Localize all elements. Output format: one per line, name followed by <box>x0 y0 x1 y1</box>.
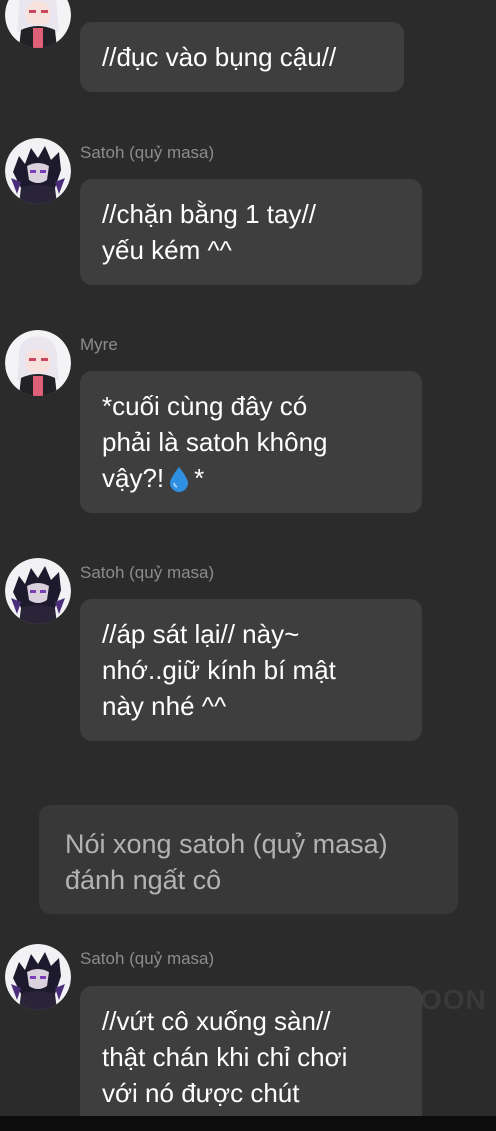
message-text: *cuối cùng đây có <box>102 391 308 421</box>
narration-text: đánh ngất cô <box>65 865 222 895</box>
message-text: //vứt cô xuống sàn// <box>102 1006 331 1036</box>
myre-avatar[interactable] <box>5 0 71 48</box>
satoh-avatar[interactable] <box>5 558 71 624</box>
myre-avatar[interactable] <box>5 330 71 396</box>
message-text: này nhé ^^ <box>102 691 227 721</box>
watermark: OON <box>420 984 487 1015</box>
message-text: nhớ..giữ kính bí mật <box>102 655 336 685</box>
message-text: * <box>194 463 205 493</box>
message-bubble: //áp sát lại// này~ nhớ..giữ kính bí mật… <box>80 599 422 741</box>
message-text: //áp sát lại// này~ <box>102 619 300 649</box>
droplet-icon <box>170 467 189 492</box>
message-text: //chặn bằng 1 tay// <box>102 199 316 229</box>
message-text: với nó được chút <box>102 1078 300 1108</box>
message-bubble: //đục vào bụng cậu// <box>80 22 404 92</box>
message-bubble: //vứt cô xuống sàn// thật chán khi chỉ c… <box>80 986 422 1131</box>
satoh-avatar[interactable] <box>5 944 71 1010</box>
narration-bubble: Nói xong satoh (quỷ masa) đánh ngất cô <box>39 805 458 914</box>
message-text: vậy?! <box>102 463 165 493</box>
bottom-bar <box>0 1116 496 1131</box>
narration-text: Nói xong satoh (quỷ masa) <box>65 829 388 859</box>
message-text: yếu kém ^^ <box>102 235 232 265</box>
message-bubble: //chặn bằng 1 tay// yếu kém ^^ <box>80 179 422 285</box>
sender-name: Satoh (quỷ masa) <box>80 143 215 162</box>
satoh-avatar[interactable] <box>5 138 71 204</box>
message-text-line: vậy?! * <box>102 460 400 496</box>
sender-name: Myre <box>80 335 118 354</box>
message-text: thật chán khi chỉ chơi <box>102 1042 348 1072</box>
message-text: phải là satoh không <box>102 427 328 457</box>
message-bubble: *cuối cùng đây có phải là satoh không vậ… <box>80 371 422 513</box>
sender-name: Satoh (quỷ masa) <box>80 949 215 968</box>
sender-name: Satoh (quỷ masa) <box>80 563 215 582</box>
message-text: //đục vào bụng cậu// <box>102 42 337 72</box>
